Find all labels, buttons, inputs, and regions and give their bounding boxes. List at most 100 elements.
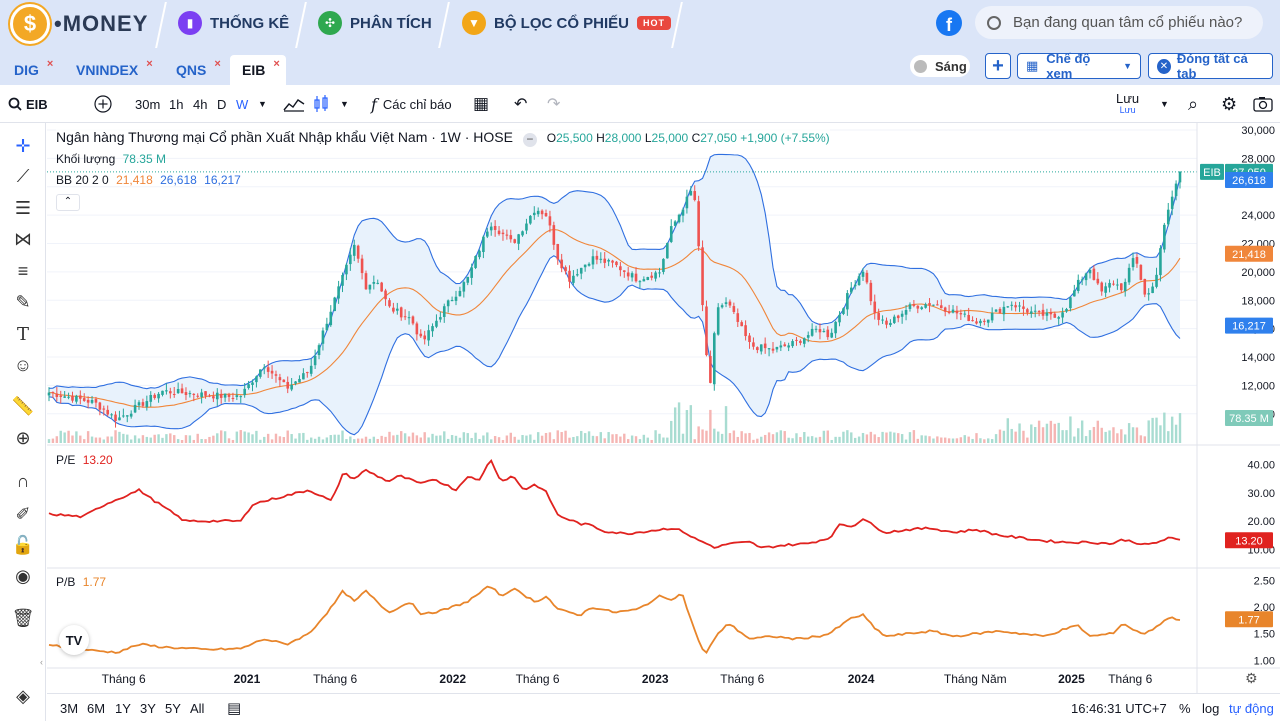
trend-line-icon[interactable]: ⟋ — [10, 163, 36, 189]
close-icon[interactable]: × — [47, 58, 53, 70]
symbol-search[interactable]: EIB — [8, 85, 48, 123]
high-value: 28,000 — [604, 131, 642, 145]
collapse-handle-icon[interactable]: ‹ — [40, 657, 43, 667]
candle-body — [419, 333, 423, 337]
interval-w[interactable]: W — [236, 85, 248, 123]
price-chart[interactable]: 30,00028,00024,00022,00020,00018,00016,0… — [47, 123, 1280, 693]
volume-bar — [654, 430, 657, 443]
log-toggle[interactable]: log — [1202, 694, 1219, 722]
tab-qns[interactable]: QNS × — [170, 55, 227, 85]
undo-icon[interactable]: ↶ — [514, 85, 527, 123]
chart-area[interactable]: 30,00028,00024,00022,00020,00018,00016,0… — [47, 123, 1280, 693]
layouts-icon[interactable]: ▦ — [473, 85, 489, 123]
pe-value: 13.20 — [82, 453, 113, 467]
interval-dropdown-icon[interactable]: ▼ — [258, 85, 267, 123]
chart-type-area-icon[interactable] — [283, 85, 305, 123]
candle-body — [188, 393, 192, 395]
volume-bar — [329, 435, 332, 443]
theme-label: Sáng — [935, 58, 967, 74]
candle-body — [486, 231, 489, 237]
redo-icon[interactable]: ↷ — [547, 85, 560, 123]
interval-1h[interactable]: 1h — [169, 85, 183, 123]
tab-dig[interactable]: DIG × — [8, 55, 59, 85]
search-input[interactable]: Bạn đang quan tâm cổ phiếu nào? — [975, 6, 1263, 39]
camera-icon[interactable] — [1253, 85, 1273, 123]
tradingview-logo-icon[interactable]: TV — [59, 625, 89, 655]
bb-lower-tag: 16,217 — [1232, 321, 1266, 333]
view-mode-dropdown[interactable]: ▦ Chế độ xem ▼ — [1017, 51, 1141, 81]
volume-bar — [153, 434, 156, 443]
tab-vnindex[interactable]: VNINDEX × — [70, 55, 159, 85]
lock-icon[interactable]: 🔓 — [10, 532, 36, 558]
candle-body — [251, 382, 254, 385]
candle-body — [356, 245, 360, 259]
nav-analysis[interactable]: ✣ PHÂN TÍCH — [318, 0, 432, 46]
compare-button[interactable] — [94, 85, 112, 123]
trash-icon[interactable]: 🗑 — [10, 605, 36, 631]
candle-body — [153, 394, 156, 398]
nav-stats[interactable]: ▮ THỐNG KÊ — [178, 0, 289, 46]
horizontal-lines-icon[interactable]: ☰ — [10, 195, 36, 221]
eye-icon[interactable]: ◉ — [10, 563, 36, 589]
close-icon[interactable]: × — [214, 58, 220, 70]
fib-icon[interactable]: ≡ — [10, 258, 36, 284]
crosshair-icon[interactable]: ✛ — [10, 133, 36, 159]
candle-body — [329, 311, 333, 326]
pattern-icon[interactable]: ⋈ — [10, 226, 36, 252]
range-1y[interactable]: 1Y — [115, 694, 131, 722]
range-5y[interactable]: 5Y — [165, 694, 181, 722]
candle-body — [262, 367, 266, 369]
interval-d[interactable]: D — [217, 85, 226, 123]
pencil-lock-icon[interactable]: ✐ — [10, 501, 36, 527]
quick-search-icon[interactable]: ⌕ — [1188, 85, 1198, 123]
legend-minus-icon[interactable]: − — [522, 133, 537, 147]
range-6m[interactable]: 6M — [87, 694, 105, 722]
candles-icon[interactable] — [313, 85, 329, 123]
interval-30m[interactable]: 30m — [135, 85, 160, 123]
close-icon[interactable]: × — [146, 58, 152, 70]
candle-body — [380, 282, 383, 292]
emoji-icon[interactable]: ☺ — [10, 352, 36, 378]
volume-bar — [376, 438, 379, 443]
logo[interactable]: $ •MONEY — [10, 4, 148, 44]
close-all-tabs-button[interactable]: ✕ Đóng tất cả tab — [1148, 51, 1273, 81]
volume-bar — [400, 431, 403, 443]
interval-4h[interactable]: 4h — [193, 85, 207, 123]
price-tags: EIB27,05026,61821,41816,21778.35 M13.201… — [1200, 163, 1273, 628]
candle-body — [55, 393, 59, 397]
high-label: H — [596, 131, 605, 145]
save-dropdown-icon[interactable]: ▼ — [1160, 85, 1169, 123]
range-3m[interactable]: 3M — [60, 694, 78, 722]
auto-scale-toggle[interactable]: tự động — [1229, 694, 1274, 722]
text-icon[interactable]: T — [10, 321, 36, 347]
theme-toggle[interactable]: Sáng — [910, 55, 970, 77]
calendar-icon[interactable]: ▤ — [227, 694, 241, 722]
time-axis-settings-icon[interactable]: ⚙ — [1245, 670, 1258, 687]
tab-eib[interactable]: EIB × — [230, 55, 286, 85]
volume-value: 78.35 M — [122, 152, 166, 166]
volume-bar — [75, 431, 78, 443]
save-button[interactable]: Lưu Lưu — [1116, 85, 1139, 123]
range-3y[interactable]: 3Y — [140, 694, 156, 722]
add-tab-button[interactable]: + — [985, 53, 1011, 79]
volume-bar — [607, 432, 610, 443]
collapse-legend-icon[interactable]: ⌃ — [56, 194, 80, 211]
volume-bar — [306, 439, 309, 443]
settings-icon[interactable]: ⚙ — [1221, 85, 1237, 123]
facebook-icon[interactable]: f — [936, 10, 962, 36]
volume-bar — [212, 435, 215, 443]
zoom-in-icon[interactable]: ⊕ — [10, 425, 36, 451]
brush-icon[interactable]: ✎ — [10, 289, 36, 315]
chart-type-dropdown-icon[interactable]: ▼ — [340, 85, 349, 123]
magnet-icon[interactable]: ∩ — [10, 468, 36, 494]
volume-bar — [1061, 430, 1064, 443]
range-all[interactable]: All — [190, 694, 204, 722]
candle-body — [900, 313, 904, 317]
percent-toggle[interactable]: % — [1179, 694, 1191, 722]
ruler-icon[interactable]: 📏 — [10, 393, 36, 419]
close-icon[interactable]: × — [273, 58, 279, 70]
nav-filter[interactable]: ▼ BỘ LỌC CỔ PHIẾU HOT — [462, 0, 672, 46]
volume-bar — [642, 434, 646, 443]
layers-icon[interactable]: ◈ — [10, 683, 36, 709]
indicators-button[interactable]: f Các chỉ báo — [371, 85, 452, 123]
